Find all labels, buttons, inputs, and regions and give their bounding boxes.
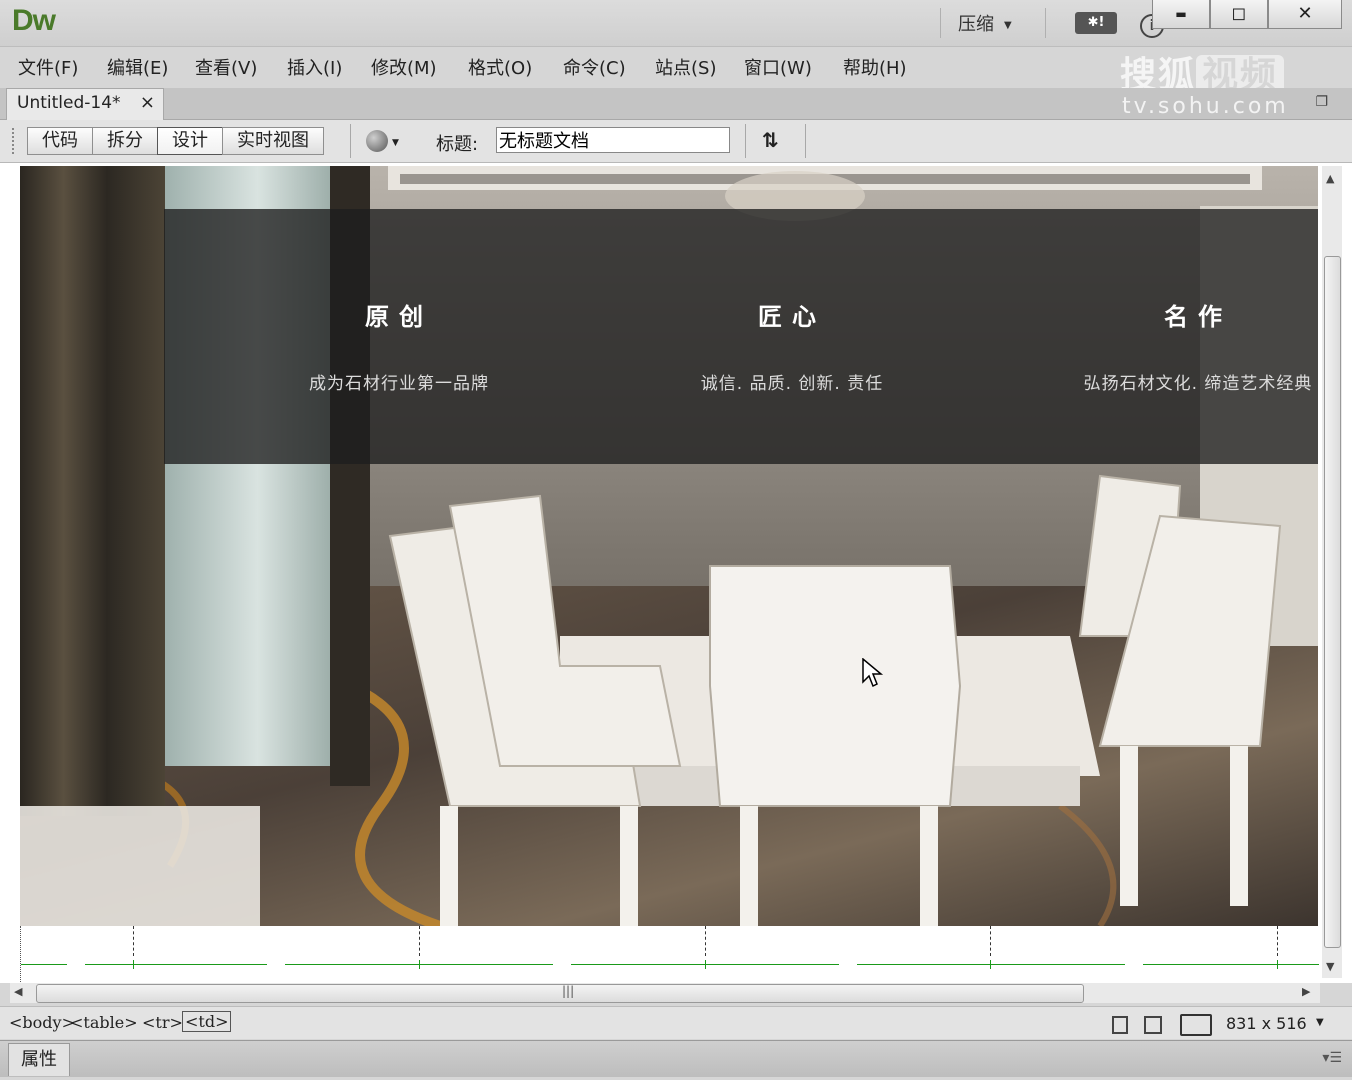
chevron-down-icon: ▼ xyxy=(1004,19,1012,31)
document-toolbar: 代码 拆分 设计 实时视图 ▼ 标题: ⇅ xyxy=(0,120,1352,163)
view-buttons: 代码 拆分 设计 实时视图 xyxy=(27,127,324,155)
window-size-icon[interactable] xyxy=(1180,1014,1212,1036)
toolbar-grip[interactable] xyxy=(12,128,18,154)
menu-help[interactable]: 帮助(H) xyxy=(843,54,907,80)
scroll-grip-icon: ||| xyxy=(562,984,575,998)
workspace-switcher[interactable]: 压缩 ▼ xyxy=(958,10,1012,36)
chevron-down-icon[interactable]: ▼ xyxy=(1316,1017,1324,1028)
toolbar-separator xyxy=(350,124,351,158)
feature-heading: 匠心 xyxy=(758,303,826,331)
file-transfer-icon[interactable]: ⇅ xyxy=(762,128,779,152)
vertical-scroll-thumb[interactable] xyxy=(1324,256,1341,948)
scroll-down-icon[interactable]: ▼ xyxy=(1326,960,1334,973)
title-separator xyxy=(1045,8,1046,38)
menu-window[interactable]: 窗口(W) xyxy=(744,54,812,80)
table-cell-divider xyxy=(990,926,991,956)
close-tab-icon[interactable]: × xyxy=(140,92,155,113)
design-view-button[interactable]: 设计 xyxy=(157,127,223,155)
menu-format[interactable]: 格式(O) xyxy=(468,54,532,80)
menu-site[interactable]: 站点(S) xyxy=(655,54,716,80)
column-guide-tick xyxy=(133,960,134,969)
column-guide-tick xyxy=(1277,960,1278,969)
column-width-guide xyxy=(85,964,267,965)
menu-insert[interactable]: 插入(I) xyxy=(287,54,342,80)
horizontal-scrollbar[interactable]: ◀ ||| ▶ xyxy=(10,983,1320,1003)
panel-options-icon[interactable]: ▾☰ xyxy=(1322,1050,1342,1066)
properties-tab[interactable]: 属性 xyxy=(8,1043,70,1076)
column-guide-tick xyxy=(705,960,706,969)
split-view-button[interactable]: 拆分 xyxy=(92,127,158,155)
browser-preview-icon[interactable] xyxy=(366,130,388,152)
toolbar-separator xyxy=(805,124,806,158)
column-guide-tick xyxy=(990,960,991,969)
hand-tool-icon[interactable] xyxy=(1144,1016,1162,1034)
cs-live-button[interactable]: ✱! xyxy=(1075,12,1117,34)
document-tab[interactable]: Untitled-14* × xyxy=(6,88,164,120)
table-cell-divider xyxy=(1277,926,1278,956)
scroll-right-icon[interactable]: ▶ xyxy=(1302,985,1310,998)
scroll-left-icon[interactable]: ◀ xyxy=(14,985,22,998)
page-title-input[interactable] xyxy=(496,127,730,153)
mouse-cursor-icon xyxy=(862,658,884,688)
dreamweaver-logo: Dw xyxy=(12,4,56,37)
properties-panel-header: 属性 ▾☰ xyxy=(0,1040,1352,1077)
tag-selector-table[interactable]: <table> xyxy=(70,1013,138,1032)
scroll-up-icon[interactable]: ▲ xyxy=(1326,172,1334,185)
workspace-label: 压缩 xyxy=(958,14,994,35)
feature-subtitle: 诚信. 品质. 创新. 责任 xyxy=(700,374,884,394)
table-cell-divider xyxy=(419,926,420,956)
feature-heading: 原创 xyxy=(365,303,433,331)
minimize-button[interactable]: ▬ xyxy=(1152,0,1210,29)
document-tab-name: Untitled-14* xyxy=(17,93,121,113)
column-guide-tick xyxy=(419,960,420,969)
title-label: 标题: xyxy=(436,134,479,155)
horizontal-scroll-thumb[interactable] xyxy=(36,984,1084,1003)
menu-view[interactable]: 查看(V) xyxy=(195,54,257,80)
tag-selector-tr[interactable]: <tr> xyxy=(142,1013,183,1032)
column-width-guide xyxy=(21,964,67,965)
status-bar: <body> <table> <tr> <td> 831 x 516 ▼ xyxy=(0,1006,1352,1039)
table-cell-divider xyxy=(133,926,134,956)
maximize-button[interactable]: ◻ xyxy=(1210,0,1268,29)
feature-heading: 名作 xyxy=(1164,303,1232,331)
column-width-guide xyxy=(857,964,1125,965)
menu-edit[interactable]: 编辑(E) xyxy=(107,54,168,80)
menu-modify[interactable]: 修改(M) xyxy=(371,54,437,80)
column-width-guide xyxy=(1143,964,1319,965)
vertical-scrollbar[interactable]: ▲ ▼ xyxy=(1322,166,1342,978)
title-bar: Dw 压缩▼ ✱! i ▬ ◻ ✕ xyxy=(0,0,1352,47)
menu-commands[interactable]: 命令(C) xyxy=(563,54,626,80)
code-view-button[interactable]: 代码 xyxy=(27,127,93,155)
title-separator xyxy=(940,8,941,38)
menu-file[interactable]: 文件(F) xyxy=(18,54,78,80)
tag-selector-td[interactable]: <td> xyxy=(182,1011,232,1032)
banner-image: 原创 成为石材行业第一品牌 匠心 诚信. 品质. 创新. 责任 名作 弘扬石材文… xyxy=(20,166,1318,926)
feature-subtitle: 弘扬石材文化. 缔造艺术经典 xyxy=(1083,374,1313,394)
toolbar-separator xyxy=(745,124,746,158)
feature-subtitle: 成为石材行业第一品牌 xyxy=(309,374,489,394)
table-cell-divider xyxy=(705,926,706,956)
window-size-select[interactable]: 831 x 516 xyxy=(1226,1014,1307,1033)
design-view[interactable]: 原创 成为石材行业第一品牌 匠心 诚信. 品质. 创新. 责任 名作 弘扬石材文… xyxy=(0,163,1352,983)
restore-window-icon[interactable]: ❐ xyxy=(1315,94,1328,110)
select-tool-icon[interactable] xyxy=(1112,1016,1128,1034)
chevron-down-icon[interactable]: ▼ xyxy=(392,138,399,148)
window-controls: ▬ ◻ ✕ xyxy=(1152,0,1342,29)
sohu-watermark-url: tv.sohu.com xyxy=(1122,94,1289,119)
feature-overlay: 原创 成为石材行业第一品牌 匠心 诚信. 品质. 创新. 责任 名作 弘扬石材文… xyxy=(164,209,1318,464)
live-view-button[interactable]: 实时视图 xyxy=(222,127,324,155)
close-button[interactable]: ✕ xyxy=(1268,0,1342,29)
tag-selector-body[interactable]: <body> xyxy=(9,1013,75,1032)
table-cells-row[interactable] xyxy=(20,926,1319,982)
